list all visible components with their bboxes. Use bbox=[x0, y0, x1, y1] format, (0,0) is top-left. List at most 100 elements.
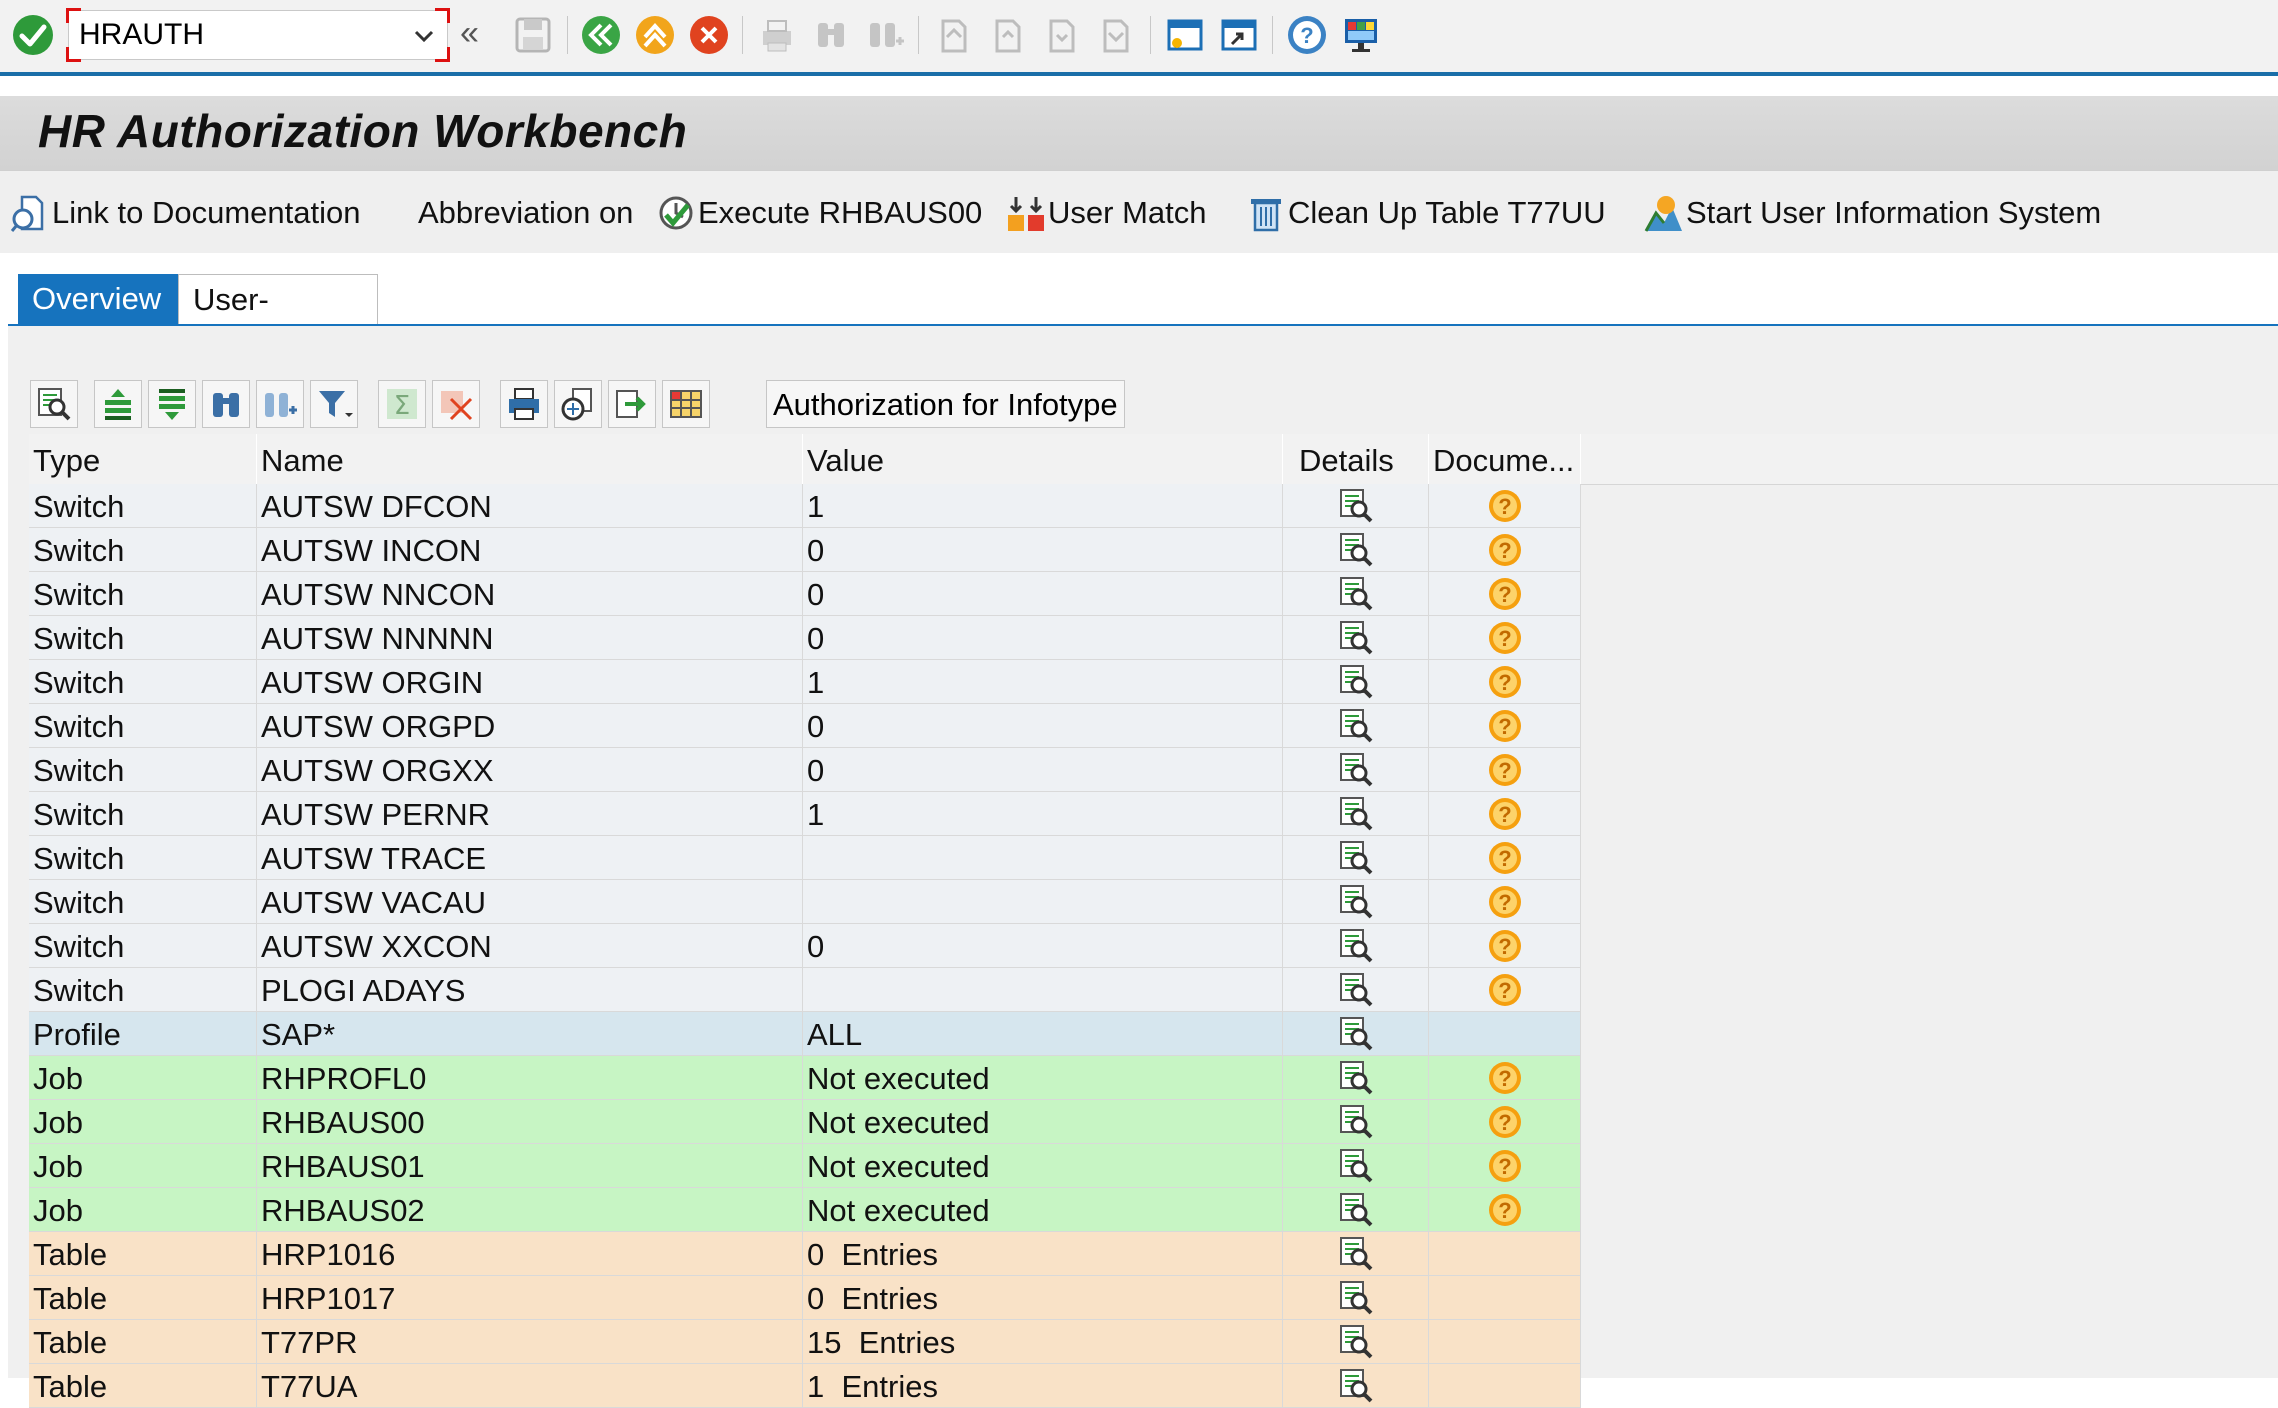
find-next-icon[interactable] bbox=[862, 12, 908, 58]
table-row[interactable]: Switch AUTSW DFCON 1? bbox=[29, 484, 1581, 528]
column-header-details[interactable]: Details bbox=[1283, 434, 1429, 484]
views-icon[interactable] bbox=[554, 380, 602, 428]
details-icon[interactable] bbox=[1283, 1276, 1429, 1319]
authorization-for-infotype-button[interactable]: Authorization for Infotype bbox=[766, 380, 1125, 428]
table-row[interactable]: Job RHPROFL0 Not executed? bbox=[29, 1056, 1581, 1100]
execute-rhbaus00-button[interactable]: Execute RHBAUS00 bbox=[656, 191, 982, 235]
command-field[interactable] bbox=[66, 8, 450, 62]
details-icon[interactable] bbox=[1283, 572, 1429, 615]
table-row[interactable]: Switch AUTSW XXCON 0? bbox=[29, 924, 1581, 968]
subtotal-icon[interactable] bbox=[432, 380, 480, 428]
abbreviation-on-button[interactable]: Abbreviation on bbox=[418, 191, 633, 235]
documentation-icon[interactable]: ? bbox=[1429, 484, 1581, 527]
documentation-icon[interactable]: ? bbox=[1429, 748, 1581, 791]
find-icon[interactable] bbox=[808, 12, 854, 58]
export-icon[interactable] bbox=[608, 380, 656, 428]
next-page-icon[interactable] bbox=[1038, 12, 1084, 58]
documentation-icon[interactable]: ? bbox=[1429, 836, 1581, 879]
exit-icon[interactable] bbox=[632, 12, 678, 58]
table-row[interactable]: Switch AUTSW NNCON 0? bbox=[29, 572, 1581, 616]
documentation-icon[interactable]: ? bbox=[1429, 1144, 1581, 1187]
collapse-icon[interactable]: « bbox=[460, 14, 479, 53]
print-icon[interactable] bbox=[754, 12, 800, 58]
column-header-type[interactable]: Type bbox=[29, 434, 257, 484]
table-row[interactable]: Switch AUTSW VACAU? bbox=[29, 880, 1581, 924]
tab-user-specific[interactable]: User-specific bbox=[178, 274, 378, 367]
details-icon[interactable] bbox=[1283, 1188, 1429, 1231]
details-icon[interactable] bbox=[1283, 660, 1429, 703]
details-icon[interactable] bbox=[1283, 1232, 1429, 1275]
table-row[interactable]: Switch AUTSW TRACE? bbox=[29, 836, 1581, 880]
first-page-icon[interactable] bbox=[930, 12, 976, 58]
details-icon[interactable] bbox=[1283, 924, 1429, 967]
documentation-icon[interactable]: ? bbox=[1429, 1056, 1581, 1099]
clean-up-table-button[interactable]: Clean Up Table T77UU bbox=[1246, 191, 1606, 235]
documentation-icon[interactable]: ? bbox=[1429, 1188, 1581, 1231]
documentation-icon[interactable]: ? bbox=[1429, 616, 1581, 659]
column-header-documentation[interactable]: Docume... bbox=[1429, 434, 1581, 484]
details-icon[interactable] bbox=[1283, 1056, 1429, 1099]
column-header-value[interactable]: Value bbox=[803, 434, 1283, 484]
documentation-icon[interactable]: ? bbox=[1429, 924, 1581, 967]
table-row[interactable]: Switch AUTSW NNNNN 0? bbox=[29, 616, 1581, 660]
shortcut-icon[interactable] bbox=[1216, 12, 1262, 58]
table-row[interactable]: Switch AUTSW ORGPD 0? bbox=[29, 704, 1581, 748]
table-row[interactable]: Job RHBAUS00 Not executed? bbox=[29, 1100, 1581, 1144]
cancel-icon[interactable] bbox=[686, 12, 732, 58]
table-row[interactable]: Job RHBAUS01 Not executed? bbox=[29, 1144, 1581, 1188]
table-row[interactable]: Switch AUTSW ORGIN 1? bbox=[29, 660, 1581, 704]
details-icon[interactable] bbox=[1283, 748, 1429, 791]
tab-overview[interactable]: Overview bbox=[18, 274, 178, 324]
previous-page-icon[interactable] bbox=[984, 12, 1030, 58]
details-icon[interactable] bbox=[1283, 1100, 1429, 1143]
total-icon[interactable]: Σ bbox=[378, 380, 426, 428]
find-icon[interactable] bbox=[202, 380, 250, 428]
table-row[interactable]: Switch PLOGI ADAYS? bbox=[29, 968, 1581, 1012]
documentation-icon[interactable]: ? bbox=[1429, 704, 1581, 747]
link-to-documentation-button[interactable]: Link to Documentation bbox=[10, 191, 360, 235]
table-row[interactable]: Profile SAP* ALL bbox=[29, 1012, 1581, 1056]
last-page-icon[interactable] bbox=[1092, 12, 1138, 58]
documentation-icon[interactable]: ? bbox=[1429, 528, 1581, 571]
details-icon[interactable] bbox=[1283, 792, 1429, 835]
help-icon[interactable]: ? bbox=[1284, 12, 1330, 58]
print-icon[interactable] bbox=[500, 380, 548, 428]
details-icon[interactable] bbox=[1283, 1364, 1429, 1407]
details-icon[interactable] bbox=[30, 380, 78, 428]
table-row[interactable]: Table T77PR 15 Entries bbox=[29, 1320, 1581, 1364]
back-icon[interactable] bbox=[578, 12, 624, 58]
documentation-icon[interactable]: ? bbox=[1429, 968, 1581, 1011]
documentation-icon[interactable]: ? bbox=[1429, 880, 1581, 923]
command-input[interactable] bbox=[79, 17, 379, 53]
details-icon[interactable] bbox=[1283, 968, 1429, 1011]
layout-icon[interactable] bbox=[662, 380, 710, 428]
table-row[interactable]: Job RHBAUS02 Not executed? bbox=[29, 1188, 1581, 1232]
documentation-icon[interactable]: ? bbox=[1429, 1100, 1581, 1143]
table-row[interactable]: Table T77UA 1 Entries bbox=[29, 1364, 1581, 1408]
details-icon[interactable] bbox=[1283, 704, 1429, 747]
filter-icon[interactable] bbox=[310, 380, 358, 428]
details-icon[interactable] bbox=[1283, 484, 1429, 527]
details-icon[interactable] bbox=[1283, 528, 1429, 571]
customize-layout-icon[interactable] bbox=[1338, 12, 1384, 58]
details-icon[interactable] bbox=[1283, 1012, 1429, 1055]
documentation-icon[interactable]: ? bbox=[1429, 660, 1581, 703]
start-user-information-system-button[interactable]: Start User Information System bbox=[1644, 191, 2101, 235]
table-row[interactable]: Switch AUTSW INCON 0? bbox=[29, 528, 1581, 572]
find-next-icon[interactable] bbox=[256, 380, 304, 428]
save-icon[interactable] bbox=[510, 12, 556, 58]
enter-checkmark-icon[interactable] bbox=[10, 12, 56, 58]
documentation-icon[interactable]: ? bbox=[1429, 572, 1581, 615]
new-session-icon[interactable] bbox=[1162, 12, 1208, 58]
chevron-down-icon[interactable] bbox=[411, 23, 437, 49]
details-icon[interactable] bbox=[1283, 880, 1429, 923]
details-icon[interactable] bbox=[1283, 836, 1429, 879]
details-icon[interactable] bbox=[1283, 1144, 1429, 1187]
details-icon[interactable] bbox=[1283, 616, 1429, 659]
details-icon[interactable] bbox=[1283, 1320, 1429, 1363]
sort-descending-icon[interactable] bbox=[148, 380, 196, 428]
table-row[interactable]: Switch AUTSW ORGXX 0? bbox=[29, 748, 1581, 792]
sort-ascending-icon[interactable] bbox=[94, 380, 142, 428]
documentation-icon[interactable]: ? bbox=[1429, 792, 1581, 835]
user-match-button[interactable]: User Match bbox=[1006, 191, 1206, 235]
